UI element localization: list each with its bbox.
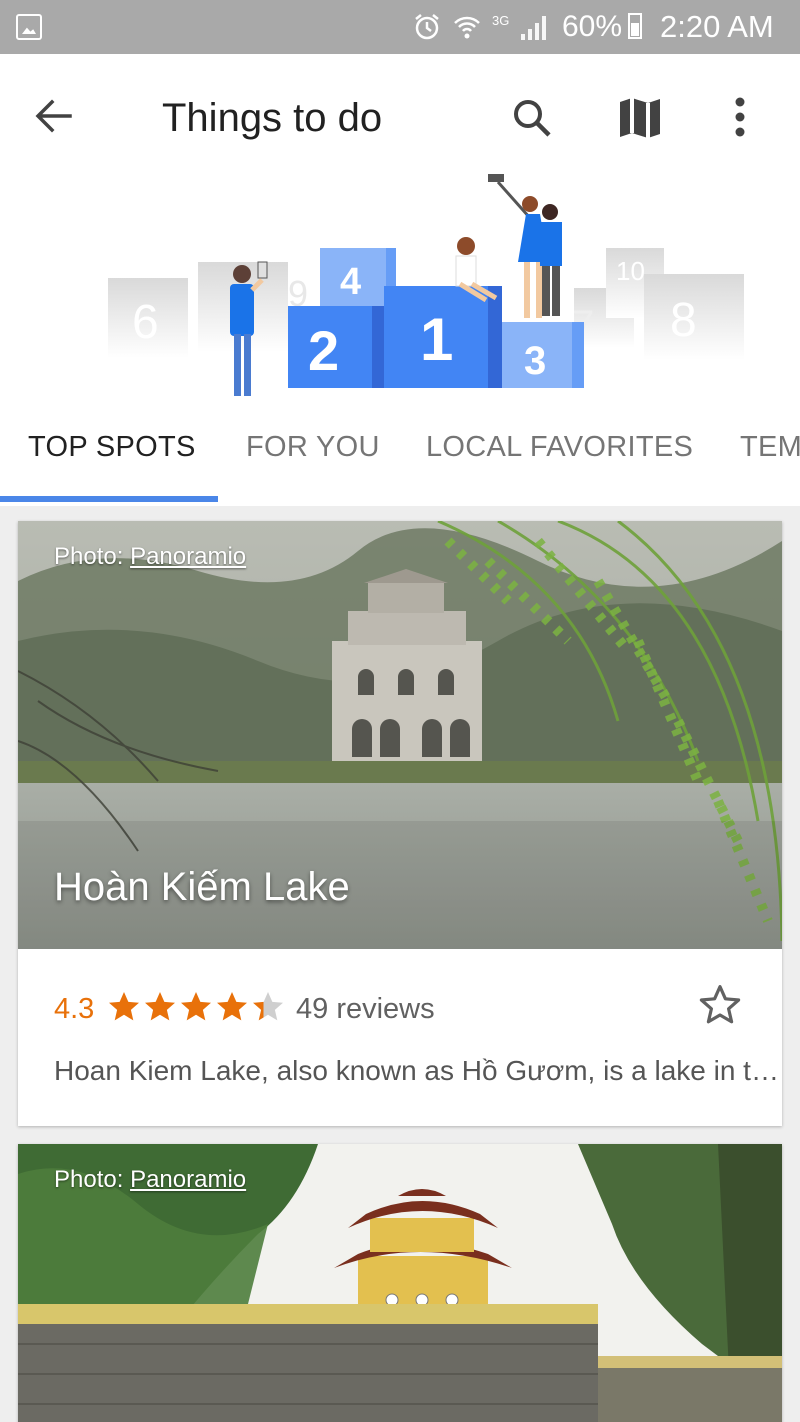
tab-local-favorites[interactable]: LOCAL FAVORITES — [426, 424, 693, 504]
star-filled-icon — [217, 992, 247, 1021]
map-icon[interactable] — [614, 94, 666, 142]
tab-partial[interactable]: TEM — [740, 424, 800, 504]
place-info: 4.3 49 reviews Hoan Kiem Lake, also know… — [18, 949, 782, 1126]
app-header: Things to do 6 9 7 10 8 4 2 — [0, 54, 800, 506]
back-arrow-icon[interactable] — [28, 94, 78, 138]
tab-for-you[interactable]: FOR YOU — [246, 424, 380, 504]
podium-number: 4 — [340, 261, 361, 303]
rating-value: 4.3 — [54, 993, 95, 1025]
status-bar: 3G 60% 2:20 AM — [0, 0, 800, 54]
photo-credit: Photo: Panoramio — [54, 1166, 246, 1194]
place-name: Hoàn Kiếm Lake — [54, 865, 350, 909]
photo-credit-prefix: Photo: — [54, 543, 131, 570]
background-number: 10 — [616, 256, 645, 286]
search-icon[interactable] — [508, 94, 556, 142]
battery-icon — [628, 13, 643, 39]
active-tab-indicator — [0, 496, 218, 502]
battery-percent: 60% — [562, 10, 623, 43]
podium-number: 3 — [524, 339, 546, 383]
alarm-icon — [415, 14, 439, 40]
star-filled-icon — [109, 992, 139, 1021]
signal-icon — [521, 16, 547, 40]
photo-credit-link[interactable]: Panoramio — [130, 1166, 246, 1193]
podium-number: 1 — [420, 306, 453, 373]
photo-credit: Photo: Panoramio — [54, 543, 246, 571]
podium-number: 2 — [308, 319, 339, 382]
background-number: 6 — [132, 296, 159, 349]
page-title: Things to do — [162, 96, 383, 140]
top-spots-illustration: 6 9 7 10 8 4 2 1 3 — [108, 174, 744, 396]
more-vert-icon[interactable] — [718, 94, 762, 142]
place-card[interactable]: Photo: Panoramio Hoàn Kiếm Lake 4.3 49 r… — [18, 521, 782, 1126]
background-number: 8 — [670, 294, 697, 347]
wifi-icon — [454, 16, 480, 39]
tab-bar: TOP SPOTS FOR YOU LOCAL FAVORITES TEM — [0, 424, 800, 506]
review-count[interactable]: 49 reviews — [296, 993, 435, 1026]
photo-credit-link[interactable]: Panoramio — [130, 543, 246, 570]
gallery-notification-icon — [16, 14, 42, 40]
place-description: Hoan Kiem Lake, also known as Hồ Gươm, i… — [54, 1055, 782, 1086]
rating-stars — [106, 989, 286, 1025]
battery-indicator: 60% — [562, 8, 643, 46]
status-icons: 3G — [412, 10, 547, 44]
star-partial-icon — [253, 992, 283, 1021]
place-card[interactable]: Photo: Panoramio — [18, 1144, 782, 1422]
clock: 2:20 AM — [660, 9, 774, 44]
tab-top-spots[interactable]: TOP SPOTS — [28, 424, 196, 504]
photo-credit-prefix: Photo: — [54, 1166, 131, 1193]
star-filled-icon — [145, 992, 175, 1021]
save-star-icon[interactable] — [696, 981, 744, 1029]
network-type: 3G — [492, 12, 510, 28]
star-filled-icon — [181, 992, 211, 1021]
